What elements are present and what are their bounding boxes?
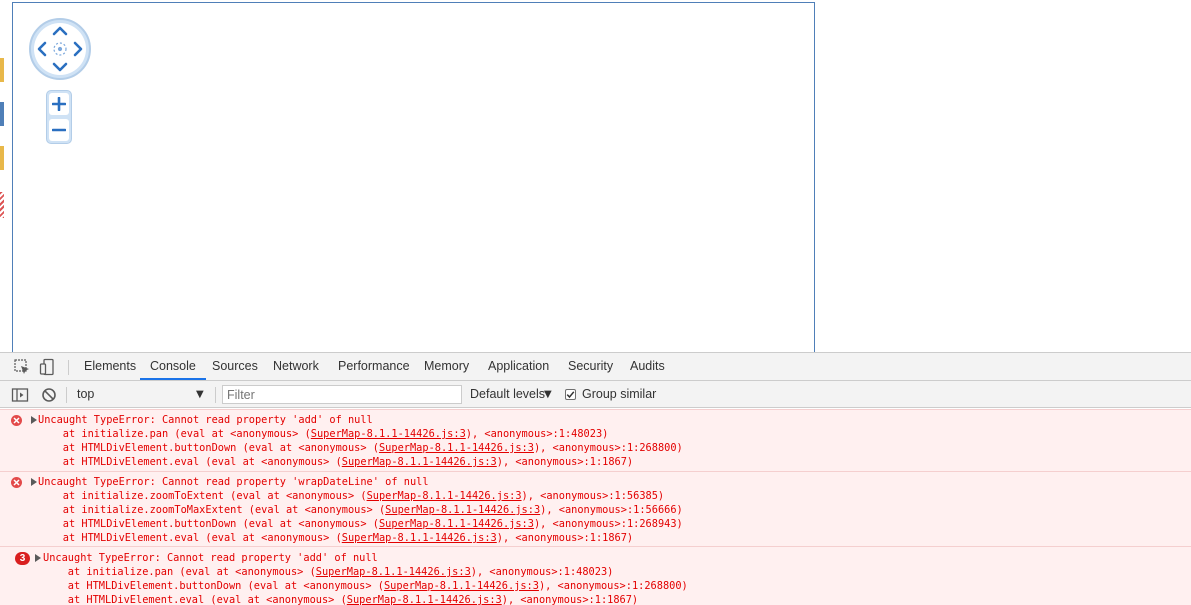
tab-application[interactable]: Application xyxy=(478,353,559,380)
error-header[interactable]: Uncaught TypeError: Cannot read property… xyxy=(38,475,429,489)
stack-frame: at HTMLDivElement.eval (eval at <anonymo… xyxy=(38,532,634,544)
map-container[interactable] xyxy=(12,2,815,354)
source-link[interactable]: SuperMap-8.1.1-14426.js:3 xyxy=(311,428,466,440)
expand-triangle-icon[interactable] xyxy=(35,554,41,562)
console-messages: Uncaught TypeError: Cannot read property… xyxy=(0,409,1191,605)
clear-console-icon[interactable] xyxy=(40,386,58,404)
chevron-right-icon[interactable] xyxy=(73,41,83,57)
pan-arrows xyxy=(37,26,83,72)
dropdown-arrow-icon[interactable]: ▼ xyxy=(544,381,552,408)
filter-input[interactable] xyxy=(222,385,462,404)
group-similar-label: Group similar xyxy=(582,387,657,401)
toolbar-separator xyxy=(215,387,216,403)
devtools-tabbar: Elements Console Sources Network Perform… xyxy=(0,353,1191,381)
context-selector[interactable]: top xyxy=(77,381,94,408)
source-link[interactable]: SuperMap-8.1.1-14426.js:3 xyxy=(379,442,534,454)
error-header[interactable]: Uncaught TypeError: Cannot read property… xyxy=(43,551,378,565)
group-similar-checkbox[interactable] xyxy=(565,389,576,400)
console-error-message: Uncaught TypeError: Cannot read property… xyxy=(0,471,1191,546)
tab-network[interactable]: Network xyxy=(263,353,329,380)
stack-frame: at HTMLDivElement.buttonDown (eval at <a… xyxy=(38,518,683,530)
edge-mark xyxy=(0,58,4,82)
stack-frame: at initialize.zoomToMaxExtent (eval at <… xyxy=(38,504,683,516)
page-root: Elements Console Sources Network Perform… xyxy=(0,0,1191,605)
source-link[interactable]: SuperMap-8.1.1-14426.js:3 xyxy=(316,566,471,578)
devtools-panel: Elements Console Sources Network Perform… xyxy=(0,352,1191,605)
tab-elements[interactable]: Elements xyxy=(74,353,146,380)
repeat-count-badge: 3 xyxy=(15,552,30,565)
edge-mark xyxy=(0,102,4,126)
tab-console[interactable]: Console xyxy=(140,353,206,380)
sidebar-toggle-icon[interactable] xyxy=(11,386,29,404)
source-link[interactable]: SuperMap-8.1.1-14426.js:3 xyxy=(347,594,502,605)
chevron-up-icon[interactable] xyxy=(52,26,68,36)
console-error-message: Uncaught TypeError: Cannot read property… xyxy=(0,409,1191,471)
stack-frame: at initialize.pan (eval at <anonymous> (… xyxy=(43,566,614,578)
tab-memory[interactable]: Memory xyxy=(414,353,479,380)
crosshair-icon[interactable] xyxy=(53,42,67,56)
source-link[interactable]: SuperMap-8.1.1-14426.js:3 xyxy=(342,456,497,468)
source-link[interactable]: SuperMap-8.1.1-14426.js:3 xyxy=(385,504,540,516)
stack-frame: at HTMLDivElement.eval (eval at <anonymo… xyxy=(43,594,639,605)
chevron-left-icon[interactable] xyxy=(37,41,47,57)
expand-triangle-icon[interactable] xyxy=(31,478,37,486)
tab-sources[interactable]: Sources xyxy=(202,353,268,380)
stack-frame: at HTMLDivElement.eval (eval at <anonymo… xyxy=(38,456,634,468)
source-link[interactable]: SuperMap-8.1.1-14426.js:3 xyxy=(367,490,522,502)
stack-frame: at HTMLDivElement.buttonDown (eval at <a… xyxy=(38,442,683,454)
source-link[interactable]: SuperMap-8.1.1-14426.js:3 xyxy=(379,518,534,530)
error-header[interactable]: Uncaught TypeError: Cannot read property… xyxy=(38,413,373,427)
source-link[interactable]: SuperMap-8.1.1-14426.js:3 xyxy=(384,580,539,592)
source-link[interactable]: SuperMap-8.1.1-14426.js:3 xyxy=(342,532,497,544)
stack-frame: at HTMLDivElement.buttonDown (eval at <a… xyxy=(43,580,688,592)
tab-audits[interactable]: Audits xyxy=(620,353,675,380)
edge-mark xyxy=(0,192,4,218)
zoom-out-button[interactable] xyxy=(49,119,69,141)
edge-mark xyxy=(0,146,4,170)
plus-icon xyxy=(52,97,66,111)
expand-triangle-icon[interactable] xyxy=(31,416,37,424)
log-levels-dropdown[interactable]: Default levels xyxy=(470,381,545,408)
zoom-control xyxy=(46,90,72,144)
stack-frame: at initialize.zoomToExtent (eval at <ano… xyxy=(38,490,665,502)
tab-performance[interactable]: Performance xyxy=(328,353,420,380)
console-toolbar: top ▼ Default levels ▼ Group similar xyxy=(0,381,1191,408)
checkmark-icon xyxy=(566,391,575,399)
minus-icon xyxy=(52,128,66,132)
device-toolbar-icon[interactable] xyxy=(39,358,57,376)
tab-security[interactable]: Security xyxy=(558,353,623,380)
toolbar-separator xyxy=(66,387,67,403)
error-icon xyxy=(11,477,22,488)
tab-separator xyxy=(68,360,69,375)
pan-control[interactable] xyxy=(29,18,91,80)
error-icon xyxy=(11,415,22,426)
inspect-element-icon[interactable] xyxy=(13,358,31,376)
chevron-down-icon[interactable] xyxy=(52,62,68,72)
zoom-in-button[interactable] xyxy=(49,93,69,115)
stack-frame: at initialize.pan (eval at <anonymous> (… xyxy=(38,428,609,440)
console-error-message: 3 Uncaught TypeError: Cannot read proper… xyxy=(0,546,1191,605)
dropdown-arrow-icon[interactable]: ▼ xyxy=(196,381,204,408)
